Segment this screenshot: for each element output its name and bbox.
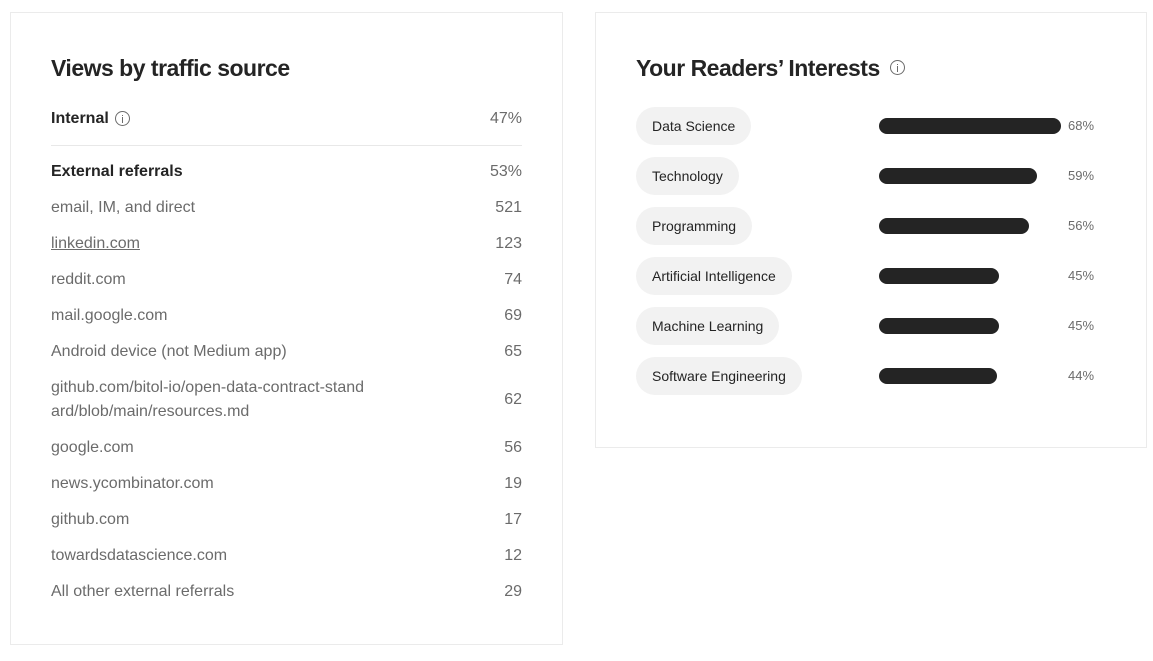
reader-interests-title-wrap: Your Readers’ Interests	[636, 55, 905, 82]
referral-row: Android device (not Medium app) 65	[51, 340, 522, 364]
referral-row: All other external referrals 29	[51, 580, 522, 604]
interest-percent: 45%	[1068, 318, 1095, 333]
referral-label: google.com	[51, 439, 134, 456]
interest-row: Machine Learning 45%	[636, 307, 1096, 345]
referral-value: 17	[504, 511, 522, 528]
reader-interests-title: Your Readers’ Interests	[636, 55, 880, 81]
referral-row: mail.google.com 69	[51, 304, 522, 328]
interest-row: Software Engineering 44%	[636, 357, 1096, 395]
info-icon[interactable]	[889, 60, 905, 76]
internal-label: Internal	[51, 110, 109, 127]
interest-percent: 45%	[1068, 268, 1095, 283]
referral-link-linkedin[interactable]: linkedin.com	[51, 232, 140, 256]
referral-value: 521	[495, 199, 522, 216]
interest-row: Technology 59%	[636, 157, 1096, 195]
interest-tag[interactable]: Data Science	[636, 107, 752, 145]
referral-label: mail.google.com	[51, 307, 168, 324]
interest-tag[interactable]: Programming	[636, 207, 753, 245]
internal-row: Internal 47%	[51, 107, 522, 131]
referral-row: email, IM, and direct 521	[51, 196, 522, 220]
internal-label-wrap: Internal	[51, 107, 130, 131]
referral-value: 74	[504, 271, 522, 288]
referral-row: google.com 56	[51, 436, 522, 460]
external-value: 53%	[489, 163, 522, 180]
referral-label: github.com/bitol-io/open-data-contract-s…	[51, 379, 365, 420]
referral-label: All other external referrals	[51, 583, 235, 600]
traffic-source-card: Views by traffic source Internal 47% Ext…	[10, 12, 563, 645]
divider	[51, 145, 522, 146]
referral-label: email, IM, and direct	[51, 199, 196, 216]
interest-tag[interactable]: Technology	[636, 157, 739, 195]
interest-percent: 68%	[1068, 118, 1095, 133]
referral-label: reddit.com	[51, 271, 126, 288]
referral-label: towardsdatascience.com	[51, 547, 228, 564]
referral-value: 69	[504, 307, 522, 324]
interest-tag[interactable]: Machine Learning	[636, 307, 780, 345]
interest-tag[interactable]: Artificial Intelligence	[636, 257, 792, 295]
referral-row: news.ycombinator.com 19	[51, 472, 522, 496]
internal-value: 47%	[489, 110, 522, 127]
interest-bar	[879, 168, 1037, 184]
referral-label: news.ycombinator.com	[51, 475, 214, 492]
interest-row: Programming 56%	[636, 207, 1096, 245]
interest-bar	[879, 268, 999, 284]
interest-row: Artificial Intelligence 45%	[636, 257, 1096, 295]
interest-tag[interactable]: Software Engineering	[636, 357, 802, 395]
referral-value: 123	[495, 235, 522, 252]
referral-row: github.com/bitol-io/open-data-contract-s…	[51, 376, 522, 424]
interest-bar	[879, 218, 1029, 234]
interest-bar	[879, 368, 997, 384]
interest-percent: 44%	[1068, 368, 1095, 383]
referral-value: 29	[504, 583, 522, 600]
interest-row: Data Science 68%	[636, 107, 1096, 145]
traffic-source-title: Views by traffic source	[51, 55, 290, 81]
external-row: External referrals 53%	[51, 160, 522, 184]
interest-percent: 59%	[1068, 168, 1095, 183]
referral-value: 12	[504, 547, 522, 564]
referral-label: github.com	[51, 511, 130, 528]
referral-value: 19	[504, 475, 522, 492]
interest-bar	[879, 318, 999, 334]
referral-value: 65	[504, 343, 522, 360]
referral-row: linkedin.com 123	[51, 232, 522, 256]
referral-row: reddit.com 74	[51, 268, 522, 292]
interest-bar	[879, 118, 1061, 134]
referral-row: github.com 17	[51, 508, 522, 532]
interest-percent: 56%	[1068, 218, 1095, 233]
referral-value: 62	[504, 391, 522, 408]
referral-row: towardsdatascience.com 12	[51, 544, 522, 568]
external-label: External referrals	[51, 163, 183, 180]
referral-label: Android device (not Medium app)	[51, 343, 287, 360]
info-icon[interactable]	[114, 111, 130, 127]
referral-value: 56	[504, 439, 522, 456]
reader-interests-card: Your Readers’ Interests Data Science 68% T…	[595, 12, 1147, 448]
